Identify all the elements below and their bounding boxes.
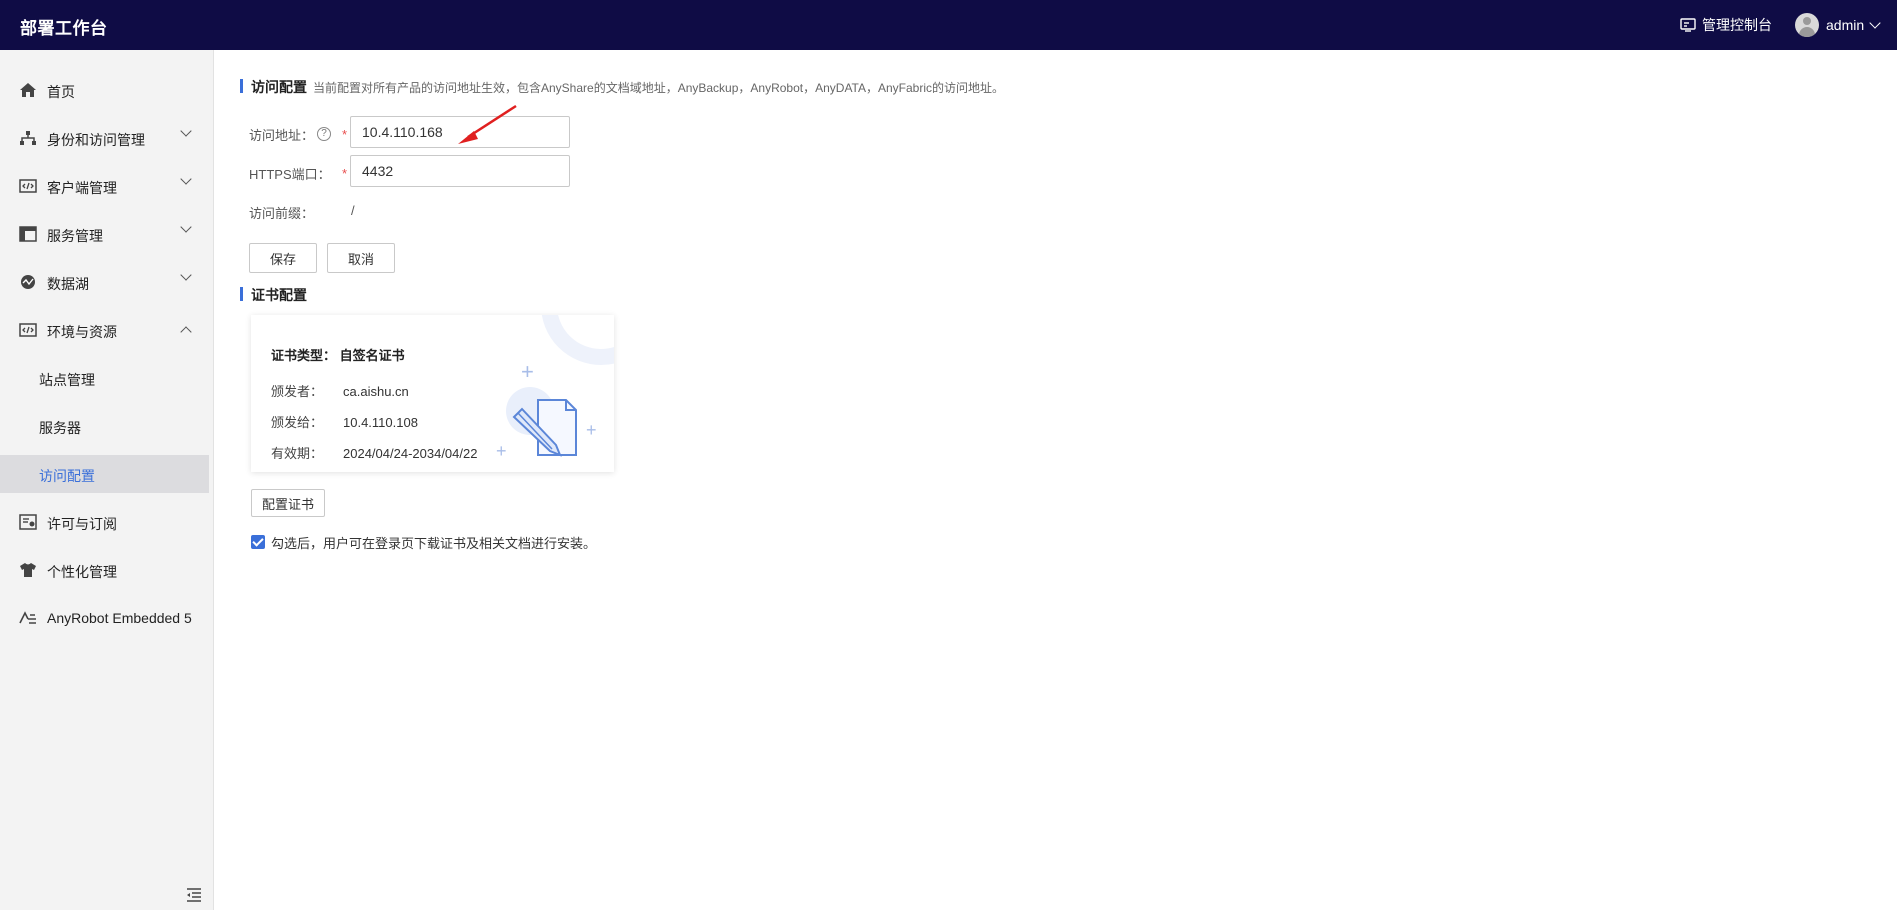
https-port-label: HTTPS端口： xyxy=(249,167,331,182)
https-port-input[interactable] xyxy=(350,155,570,187)
sidebar-item-label: 个性化管理 xyxy=(47,564,117,580)
cert-type: 证书类型： 自签名证书 xyxy=(271,348,405,363)
chevron-down-icon xyxy=(180,269,192,281)
plus-decoration-icon: + xyxy=(521,359,534,384)
prefix-label: 访问前缀： xyxy=(249,206,315,221)
layout-grid-icon xyxy=(19,226,37,242)
shirt-icon xyxy=(20,563,36,577)
sidebar-item-sites[interactable]: 站点管理 xyxy=(0,359,209,397)
cert-issued-to-value: 10.4.110.108 xyxy=(343,415,418,430)
section-title-text: 证书配置 xyxy=(251,287,307,303)
cert-issued-to-row: 颁发给： 10.4.110.108 xyxy=(271,412,418,431)
cert-issuer-row: 颁发者： ca.aishu.cn xyxy=(271,381,409,400)
cert-validity-value: 2024/04/24-2034/04/22 xyxy=(343,446,478,461)
address-label: 访问地址： xyxy=(249,128,315,143)
sidebar-item-identity[interactable]: 身份和访问管理 xyxy=(0,119,209,157)
plus-decoration-icon: + xyxy=(496,441,507,461)
prefix-value: / xyxy=(351,203,355,218)
sidebar-item-label: 环境与资源 xyxy=(47,324,117,340)
top-bar: 部署工作台 管理控制台 admin xyxy=(0,0,1897,50)
sidebar-item-anyrobot[interactable]: AnyRobot Embedded 5 xyxy=(0,599,209,637)
sidebar-item-service[interactable]: 服务管理 xyxy=(0,215,209,253)
code-window-icon xyxy=(19,179,37,193)
sidebar-item-license[interactable]: 许可与订阅 xyxy=(0,503,209,541)
red-arrow-annotation-icon xyxy=(458,104,517,144)
section-title-text: 访问配置 xyxy=(251,79,307,95)
cert-card: + + + 证书类型： 自签名证书 颁发者： ca.aishu.cn 颁发给： 10… xyxy=(251,315,614,472)
home-icon xyxy=(20,83,36,97)
download-cert-checkbox-label: 勾选后，用户可在登录页下载证书及相关文档进行安装。 xyxy=(271,536,597,551)
app-title: 部署工作台 xyxy=(20,19,108,38)
configure-cert-button[interactable]: 配置证书 xyxy=(251,489,325,517)
sidebar-item-datalake[interactable]: 数据湖 xyxy=(0,263,209,301)
decorative-arc xyxy=(541,315,614,365)
sidebar-item-environment[interactable]: 环境与资源 xyxy=(0,311,209,349)
sidebar-item-home[interactable]: 首页 xyxy=(0,71,209,109)
save-button[interactable]: 保存 xyxy=(249,243,317,273)
plus-decoration-icon: + xyxy=(586,420,597,440)
section-description: 当前配置对所有产品的访问地址生效，包含AnyShare的文档域地址，AnyBac… xyxy=(313,81,1005,95)
console-icon xyxy=(1680,18,1696,32)
sidebar-item-personalize[interactable]: 个性化管理 xyxy=(0,551,209,589)
sidebar-item-label: 访问配置 xyxy=(39,468,95,484)
cert-issued-to-label: 颁发给： xyxy=(271,415,324,430)
chevron-down-icon xyxy=(180,125,192,137)
chevron-up-icon xyxy=(180,326,192,338)
user-menu[interactable]: admin xyxy=(1795,13,1881,37)
avatar xyxy=(1795,13,1819,37)
help-icon[interactable]: ? xyxy=(317,127,331,141)
sidebar-item-label: 服务器 xyxy=(39,420,81,436)
sidebar-item-label: 客户端管理 xyxy=(47,180,117,196)
sidebar-item-access-config[interactable]: 访问配置 xyxy=(0,455,209,493)
code-window-icon xyxy=(19,323,37,337)
license-icon xyxy=(19,514,37,530)
chevron-down-icon xyxy=(180,221,192,233)
cert-issuer-value: ca.aishu.cn xyxy=(343,384,409,399)
console-label: 管理控制台 xyxy=(1702,17,1772,33)
console-link[interactable]: 管理控制台 xyxy=(1680,15,1772,35)
chevron-down-icon xyxy=(1869,16,1881,29)
access-config-section-title: 访问配置 当前配置对所有产品的访问地址生效，包含AnyShare的文档域地址，An… xyxy=(240,77,1004,97)
sidebar-item-label: 数据湖 xyxy=(47,276,89,292)
collapse-sidebar-icon[interactable] xyxy=(186,888,202,902)
sidebar-item-label: 服务管理 xyxy=(47,228,103,244)
cancel-button[interactable]: 取消 xyxy=(327,243,395,273)
user-name: admin xyxy=(1826,17,1865,33)
cert-config-section-title: 证书配置 xyxy=(240,285,307,305)
certificate-document-icon xyxy=(512,399,577,457)
sidebar-item-servers[interactable]: 服务器 xyxy=(0,407,209,445)
sidebar-item-label: 许可与订阅 xyxy=(47,516,117,532)
org-tree-icon xyxy=(20,131,36,145)
sidebar-item-label: 首页 xyxy=(47,84,75,100)
cert-validity-row: 有效期： 2024/04/24-2034/04/22 xyxy=(271,443,477,462)
required-mark: * xyxy=(342,127,348,142)
sidebar-item-label: 站点管理 xyxy=(39,372,95,388)
sidebar-item-label: AnyRobot Embedded 5 xyxy=(47,610,192,626)
cert-validity-label: 有效期： xyxy=(271,446,324,461)
download-cert-checkbox[interactable] xyxy=(251,535,265,549)
sidebar-item-label: 身份和访问管理 xyxy=(47,132,145,148)
anyrobot-logo-icon xyxy=(19,611,36,624)
data-lake-icon xyxy=(21,275,35,289)
chevron-down-icon xyxy=(180,173,192,185)
cert-issuer-label: 颁发者： xyxy=(271,384,324,399)
sidebar: 首页 身份和访问管理 客户端管理 服务管理 数据湖 环境与资源 站点管理 服务器… xyxy=(0,50,214,910)
required-mark: * xyxy=(342,166,348,181)
sidebar-item-client[interactable]: 客户端管理 xyxy=(0,167,209,205)
